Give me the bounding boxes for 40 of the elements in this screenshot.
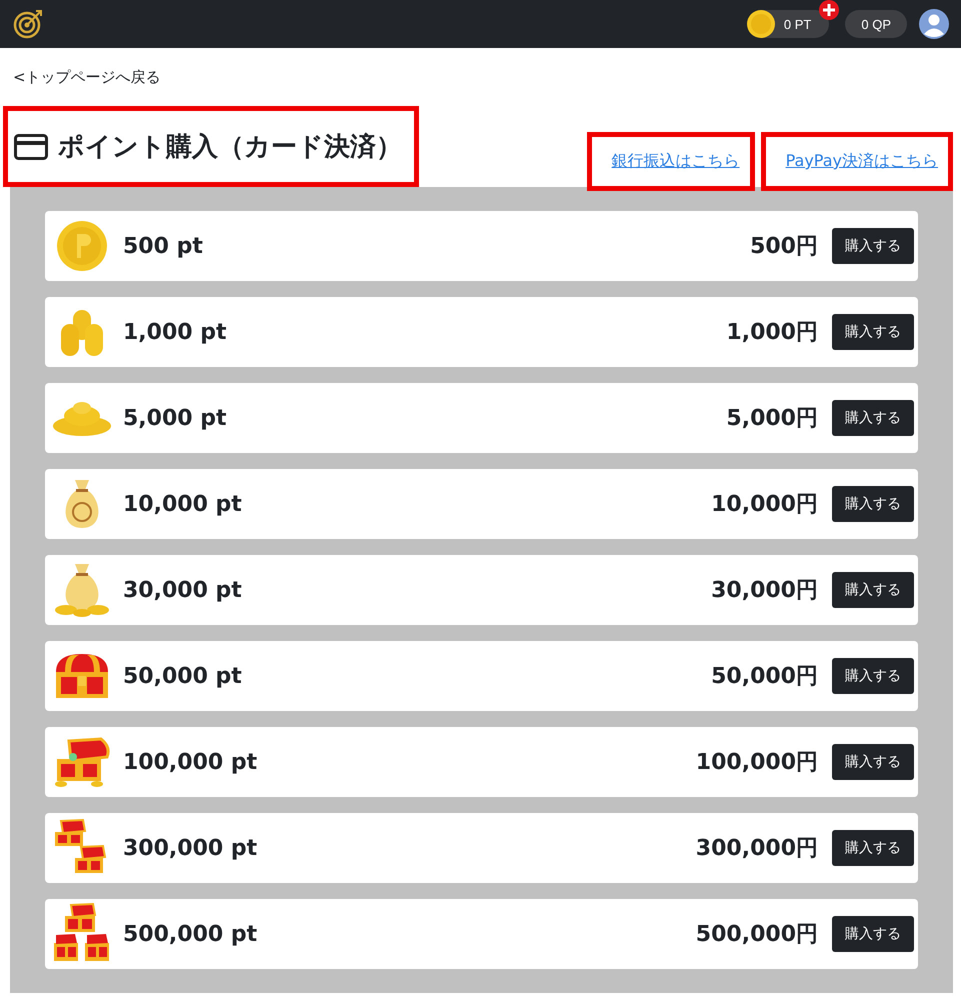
quiz-points-badge[interactable]: 0 QP — [845, 10, 907, 38]
price: 10,000円 — [711, 491, 818, 519]
points-amount: 1,000 pt — [123, 320, 227, 344]
points-amount: 5,000 pt — [123, 406, 227, 430]
buy-button[interactable]: 購入する — [832, 486, 914, 522]
buy-button[interactable]: 購入する — [832, 658, 914, 694]
points-amount: 300,000 pt — [123, 836, 258, 860]
points-amount: 100,000 pt — [123, 750, 258, 774]
points-amount: 500,000 pt — [123, 922, 258, 946]
buy-button[interactable]: 購入する — [832, 400, 914, 436]
coin-icon — [746, 9, 776, 39]
price: 500円 — [750, 233, 818, 261]
treasure-chest-icon — [53, 652, 111, 700]
money-bag-coins-icon — [54, 562, 110, 618]
plus-icon[interactable] — [819, 0, 840, 20]
buy-button[interactable]: 購入する — [832, 830, 914, 866]
buy-button[interactable]: 購入する — [832, 572, 914, 608]
points-badge[interactable]: 0 PT — [748, 10, 830, 38]
buy-button[interactable]: 購入する — [832, 228, 914, 264]
points-amount: 10,000 pt — [123, 492, 242, 516]
back-link[interactable]: <トップページへ戻る — [13, 68, 161, 87]
price: 1,000円 — [726, 319, 818, 347]
avatar-icon[interactable] — [919, 9, 949, 39]
price: 5,000円 — [726, 405, 818, 433]
points-amount: 500 pt — [123, 234, 203, 258]
price: 30,000円 — [711, 577, 818, 605]
price: 300,000円 — [696, 835, 818, 863]
buy-button[interactable]: 購入する — [832, 744, 914, 780]
coin-icon — [56, 220, 108, 272]
price: 50,000円 — [711, 663, 818, 691]
points-amount: 30,000 pt — [123, 578, 242, 602]
price: 100,000円 — [696, 749, 818, 777]
price: 500,000円 — [696, 921, 818, 949]
credit-card-icon — [14, 134, 48, 160]
buy-button[interactable]: 購入する — [832, 314, 914, 350]
page-title: ポイント購入（カード決済） — [58, 131, 402, 164]
open-chest-icon — [53, 737, 111, 787]
points-amount: 50,000 pt — [123, 664, 242, 688]
target-logo-icon[interactable] — [12, 8, 44, 40]
buy-button[interactable]: 購入する — [832, 916, 914, 952]
